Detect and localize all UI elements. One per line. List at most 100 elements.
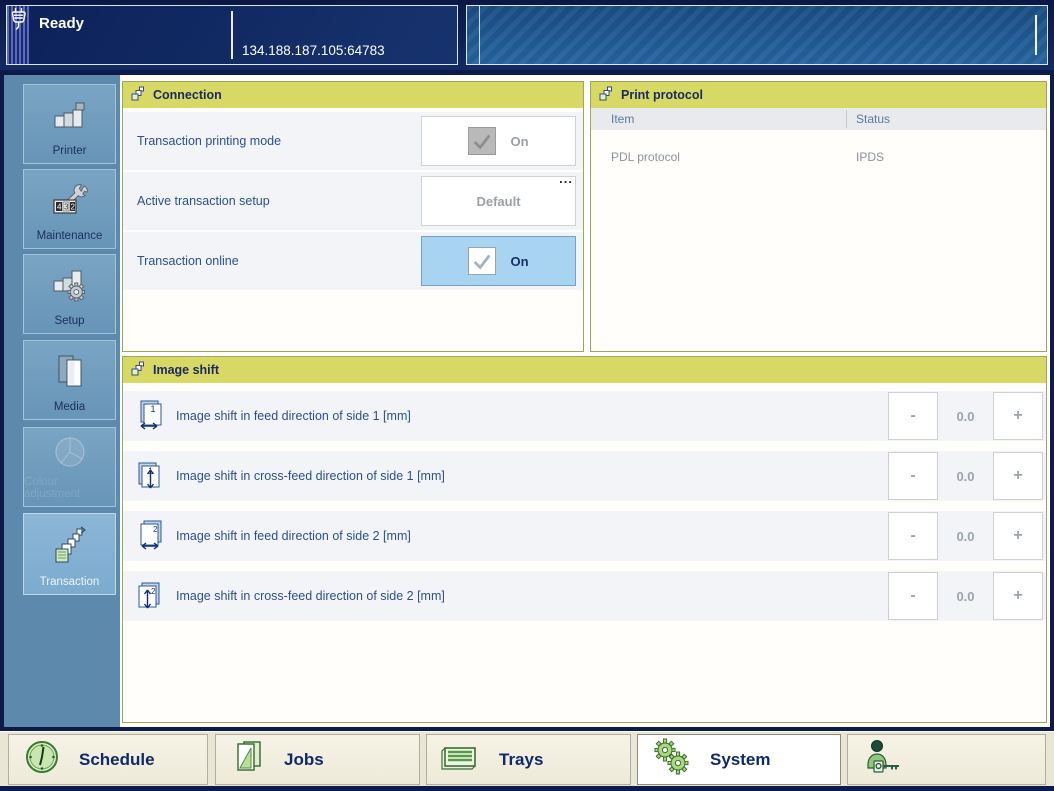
power-plug-icon [9,6,28,64]
transaction-icon [24,514,115,576]
sidebar-item-label: Printer [52,145,87,157]
image-shift-value: 0.0 [956,408,975,424]
print-protocol-panel: Print protocol Item Status PDL protocol … [590,81,1047,352]
printer-address: 134.188.187.105:64783 [242,43,385,58]
setting-row-active-transaction-setup: Active transaction setup ... Default [123,171,583,230]
setting-label: Transaction printing mode [137,134,282,148]
panel-title: Print protocol [621,88,703,102]
sidebar-item-label: Setup [54,315,85,327]
boxes-gear-icon [24,255,115,315]
feed-direction-side2-icon: 2 [137,518,164,555]
connection-panel-header: Connection [123,82,583,108]
image-shift-panel: Image shift 1 Image shift in feed direct… [122,356,1047,723]
increase-button[interactable]: + [993,512,1043,560]
sidebar-item-printer[interactable]: Printer [23,84,116,164]
setting-label: Active transaction setup [137,194,270,208]
main-content: Connection Transaction printing mode On … [120,75,1050,727]
table-row: PDL protocol IPDS [591,130,1046,174]
sidebar-item-label: Colour adjustment [24,476,81,500]
image-shift-label: Image shift in cross-feed direction of s… [176,589,445,603]
protocol-item: PDL protocol [611,150,680,164]
panel-group-icon [131,361,146,379]
counter-wrench-icon: 4 3 2 [24,170,115,230]
printer-status-box: Ready 134.188.187.105:64783 [6,5,458,65]
tab-label: Trays [499,749,544,769]
operator-key-icon [862,737,906,782]
settings-sidebar: Printer 4 3 2 Maintenance Setup Media Co… [4,75,120,727]
cross-feed-direction-side2-icon: 2 [137,578,164,615]
decrease-button[interactable]: - [888,392,938,440]
sidebar-item-maintenance[interactable]: 4 3 2 Maintenance [23,169,116,249]
transaction-online-toggle[interactable]: On [421,236,576,286]
svg-text:2: 2 [151,587,156,596]
clock-icon [23,738,61,781]
toggle-value: On [510,133,529,149]
tab-system[interactable]: System [637,734,841,785]
image-shift-row-crossfeed-side1: 1 Image shift in cross-feed direction of… [123,451,1046,501]
tab-jobs[interactable]: Jobs [215,734,420,785]
print-protocol-panel-header: Print protocol [591,82,1046,108]
tab-label: Schedule [79,749,155,769]
feed-direction-side1-icon: 1 [137,398,164,435]
status-divider [231,11,233,59]
sidebar-item-label: Media [53,401,86,413]
setting-label: Transaction online [137,254,239,268]
sidebar-item-transaction[interactable]: Transaction [23,513,116,595]
checkbox-checked-icon [468,247,497,275]
active-transaction-setup-button[interactable]: ... Default [421,171,576,226]
image-shift-row-crossfeed-side2: 2 Image shift in cross-feed direction of… [123,571,1046,621]
increase-button[interactable]: + [993,452,1043,500]
column-header-item: Item [611,112,635,126]
setting-row-transaction-online: Transaction online On [123,232,583,290]
bottom-tab-bar: Schedule Jobs Trays System [0,731,1054,786]
column-divider [846,110,847,128]
tab-schedule[interactable]: Schedule [8,734,208,785]
documents-icon [230,738,266,781]
decrease-button[interactable]: - [888,452,938,500]
connection-panel: Connection Transaction printing mode On … [122,81,584,352]
increase-button[interactable]: + [993,572,1043,620]
printer-icon [24,85,115,145]
status-stripe-band [7,6,29,64]
image-shift-row-feed-side2: 2 Image shift in feed direction of side … [123,511,1046,561]
svg-text:3: 3 [64,203,69,212]
message-area-box [466,5,1048,65]
setting-row-transaction-printing-mode: Transaction printing mode On [123,112,583,170]
tab-trays[interactable]: Trays [426,734,631,785]
printer-status-text: Ready [39,15,85,32]
tab-label: System [710,749,771,769]
decrease-button[interactable]: - [888,572,938,620]
decrease-button[interactable]: - [888,512,938,560]
panel-group-icon [131,86,146,104]
image-shift-panel-header: Image shift [123,357,1046,383]
connection-rows: Transaction printing mode On Active tran… [123,108,583,290]
protocol-table-header: Item Status [591,108,1046,130]
tab-label: Jobs [284,749,324,769]
svg-text:2: 2 [70,203,75,212]
panel-title: Connection [153,88,222,102]
sidebar-item-label: Maintenance [36,230,103,242]
transaction-printing-mode-toggle: On [421,116,576,166]
cross-feed-direction-side1-icon: 1 [137,458,164,495]
gears-icon [652,737,692,782]
panel-title: Image shift [153,363,219,377]
protocol-status: IPDS [856,150,885,164]
message-area-cursor [1035,15,1037,55]
image-shift-rows: 1 Image shift in feed direction of side … [123,383,1046,621]
sidebar-item-colour-adjustment: Colour adjustment [23,427,116,507]
sidebar-item-media[interactable]: Media [23,340,116,420]
increase-button[interactable]: + [993,392,1043,440]
image-shift-label: Image shift in feed direction of side 2 … [176,529,411,543]
sidebar-item-setup[interactable]: Setup [23,254,116,334]
button-value: Default [476,193,521,209]
colour-wheel-icon [24,428,115,476]
sidebar-item-label: Transaction [39,576,100,588]
tab-operator-login[interactable] [847,734,1046,785]
message-area-separator [479,6,480,64]
panel-group-icon [599,86,614,104]
image-shift-label: Image shift in feed direction of side 1 … [176,409,411,423]
image-shift-value: 0.0 [956,468,975,484]
column-header-status: Status [856,112,891,126]
svg-text:4: 4 [57,203,62,212]
svg-text:1: 1 [151,404,156,414]
